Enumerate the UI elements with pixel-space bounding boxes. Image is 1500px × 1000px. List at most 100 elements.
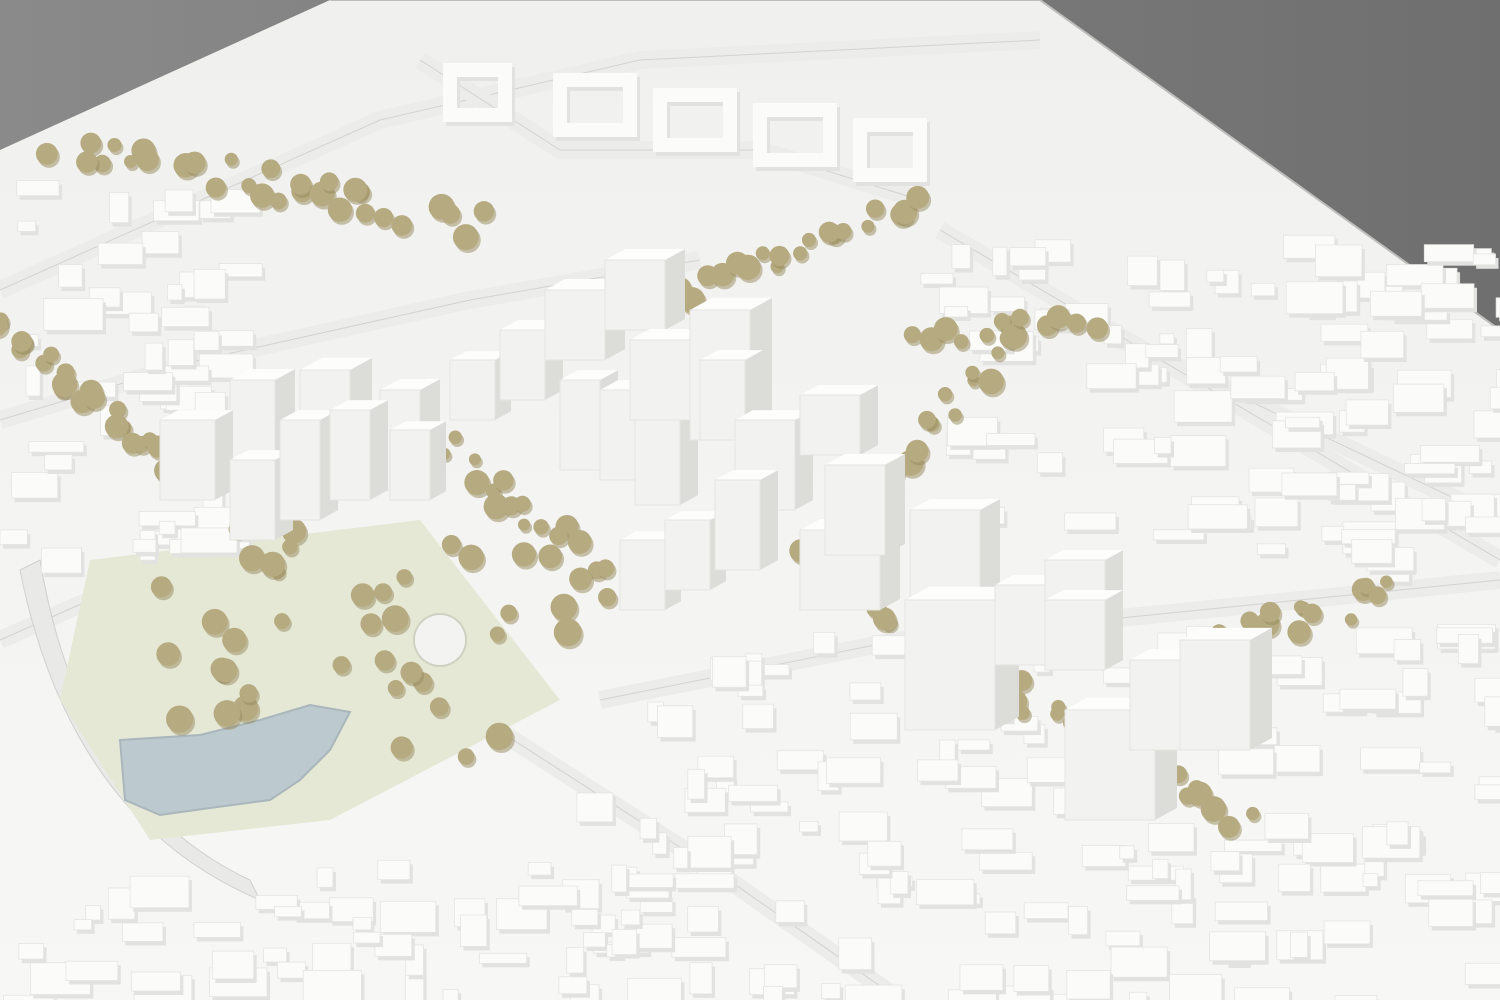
building-block [1214, 901, 1269, 921]
tree [350, 583, 375, 607]
building-block [1393, 639, 1421, 661]
tower-front [799, 394, 861, 456]
tree [991, 346, 1005, 360]
building-block [1480, 325, 1500, 338]
building-block [763, 964, 798, 989]
building-block [1421, 498, 1446, 522]
tree [381, 605, 409, 632]
building-block [1281, 472, 1338, 497]
building-block [844, 984, 903, 1000]
building-block [821, 983, 841, 1000]
building-block [849, 682, 882, 701]
building-block [1362, 873, 1379, 887]
building-block [161, 306, 210, 328]
building-block [571, 908, 599, 926]
tower-front [329, 409, 371, 501]
building-block [1219, 356, 1258, 373]
building-block [1264, 813, 1309, 840]
building-block [1465, 516, 1500, 534]
building-block [1256, 543, 1286, 555]
tree [538, 544, 563, 569]
tree [553, 618, 582, 647]
building-block [302, 970, 362, 1000]
tower-front [279, 419, 321, 521]
tree [1302, 603, 1322, 624]
tree [511, 542, 537, 567]
tree [270, 192, 287, 210]
building-block [1129, 991, 1148, 1000]
tower-front [824, 464, 886, 556]
building-block [442, 988, 459, 1000]
building-block [626, 977, 682, 1000]
building-block [583, 932, 606, 948]
building-block [838, 937, 872, 970]
tree [953, 334, 969, 349]
tree [1086, 317, 1109, 340]
tower-front [159, 419, 216, 501]
tree [569, 567, 593, 591]
tree [290, 173, 312, 195]
tower-front [229, 459, 276, 541]
tree [769, 245, 790, 266]
building-block [25, 365, 41, 397]
tree [1259, 601, 1281, 623]
building-block [979, 851, 1033, 871]
tree [1046, 305, 1071, 329]
building-block [1473, 410, 1500, 439]
tree [205, 177, 226, 198]
building-block [193, 921, 241, 938]
building-block [1081, 845, 1127, 867]
tree [355, 203, 375, 223]
building-block [1495, 297, 1500, 318]
building-block [986, 433, 1036, 446]
building-block [1285, 281, 1344, 315]
building-block [167, 339, 195, 366]
tower-front [544, 289, 606, 361]
tree [35, 142, 58, 165]
tree [905, 439, 929, 463]
building-block [961, 828, 1014, 851]
tower-side [760, 470, 778, 570]
building-block [957, 739, 991, 751]
tree [1246, 806, 1260, 821]
building-block [85, 905, 101, 921]
building-block [1417, 880, 1474, 897]
building-block [193, 268, 226, 300]
tower-front [499, 329, 546, 401]
building-block [1170, 435, 1227, 467]
building-block [939, 739, 956, 762]
building-block [1345, 399, 1389, 426]
building-block [798, 820, 819, 833]
building-block [1278, 863, 1311, 892]
tree [464, 470, 490, 496]
tree [327, 197, 352, 222]
tree [156, 642, 181, 666]
model-svg [0, 0, 1500, 1000]
tree [918, 410, 936, 429]
tree [387, 679, 404, 697]
building-block [944, 306, 969, 318]
building-block [1464, 962, 1500, 985]
tower-front [664, 519, 711, 591]
building-block [460, 914, 488, 947]
tree [260, 551, 286, 577]
building-block [1187, 504, 1248, 530]
tower-front [559, 379, 601, 471]
tree [222, 627, 247, 653]
tree [373, 207, 394, 228]
tree [567, 529, 592, 554]
tree [457, 748, 475, 765]
building-block [527, 862, 552, 876]
building-block [915, 878, 975, 906]
tree [755, 246, 770, 261]
tree [881, 614, 897, 631]
building-block [1119, 845, 1135, 860]
tree [1011, 308, 1029, 327]
building-block [28, 440, 85, 453]
building-block [1152, 858, 1169, 880]
building-block [167, 284, 183, 301]
building-block [742, 703, 774, 730]
tree [1217, 815, 1240, 838]
building-block [1360, 747, 1421, 771]
building-block [44, 454, 73, 471]
